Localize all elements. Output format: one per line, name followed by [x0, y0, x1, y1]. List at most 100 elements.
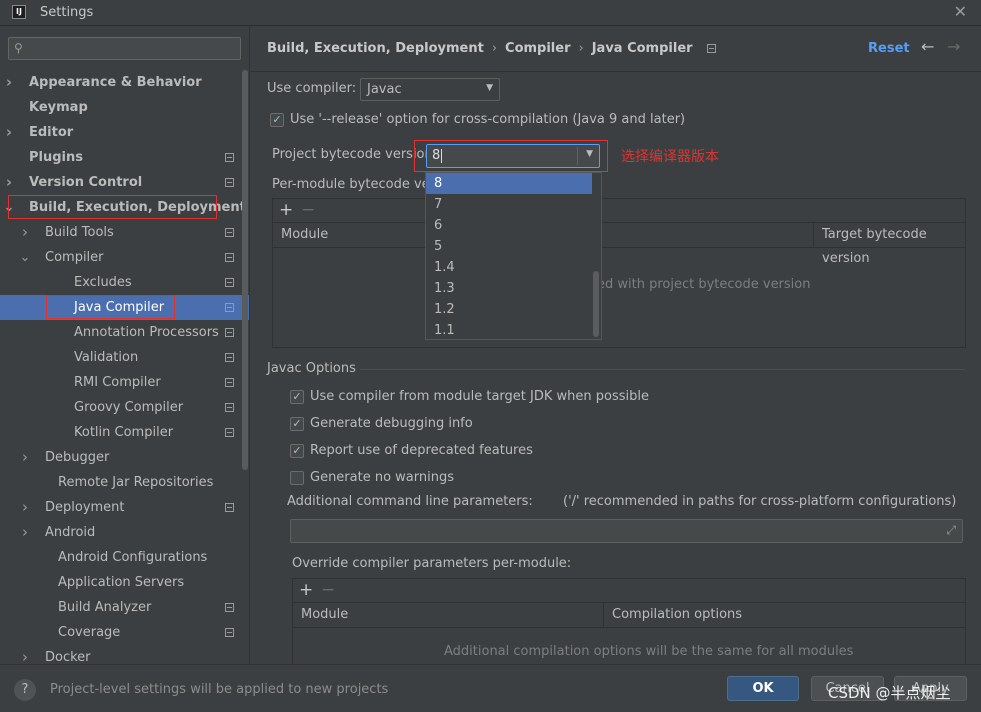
remove-icon[interactable]: − — [301, 200, 315, 220]
remove-icon[interactable]: − — [321, 580, 335, 600]
sidebar-item[interactable]: Application Servers — [0, 570, 249, 595]
project-scope-icon — [225, 403, 234, 412]
sidebar-item-label: Plugins — [29, 150, 83, 165]
search-icon: ⚲ — [14, 41, 23, 55]
chevron-right-icon[interactable]: › — [19, 495, 31, 520]
sidebar-item[interactable]: › Deployment — [0, 495, 249, 520]
javac-option-checkbox[interactable]: ✓ — [290, 417, 304, 431]
sidebar-item[interactable]: Remote Jar Repositories — [0, 470, 249, 495]
sidebar-item[interactable]: RMI Compiler — [0, 370, 249, 395]
add-icon[interactable]: + — [299, 580, 313, 600]
reset-link[interactable]: Reset — [868, 41, 910, 56]
sidebar-item[interactable]: › Editor — [0, 120, 249, 145]
sidebar-item[interactable]: Android Configurations — [0, 545, 249, 570]
sidebar-item[interactable]: Coverage — [0, 620, 249, 645]
sidebar-item[interactable]: › Version Control — [0, 170, 249, 195]
release-option-checkbox[interactable]: ✓ — [270, 113, 284, 127]
chevron-right-icon[interactable]: › — [19, 645, 31, 664]
release-option-label: Use '--release' option for cross-compila… — [290, 112, 686, 127]
dropdown-option[interactable]: 5 — [426, 236, 592, 257]
forward-arrow-icon[interactable]: → — [947, 37, 960, 56]
table-header: Module Compilation options — [293, 603, 965, 628]
sidebar-item[interactable]: Java Compiler — [0, 295, 249, 320]
per-module-label: Per-module bytecode vers — [272, 177, 442, 192]
dropdown-option[interactable]: 1.4 — [426, 257, 592, 278]
close-icon[interactable]: ✕ — [954, 2, 967, 21]
bytecode-version-label: Project bytecode version: — [272, 147, 438, 162]
dropdown-option[interactable]: 1.3 — [426, 278, 592, 299]
sidebar-item[interactable]: Annotation Processors — [0, 320, 249, 345]
javac-option-checkbox[interactable] — [290, 471, 304, 485]
sidebar-item-label: Remote Jar Repositories — [58, 475, 214, 490]
chevron-down-icon[interactable]: ▼ — [586, 149, 593, 159]
settings-search-input[interactable]: ⚲ — [8, 37, 241, 60]
chevron-down-icon[interactable]: ⌄ — [19, 245, 31, 270]
javac-option-checkbox[interactable]: ✓ — [290, 390, 304, 404]
sidebar-item-label: Kotlin Compiler — [74, 425, 174, 440]
additional-params-hint: ('/' recommended in paths for cross-plat… — [563, 494, 957, 509]
breadcrumb-compiler[interactable]: Compiler — [505, 41, 570, 56]
chevron-right-icon[interactable]: › — [3, 70, 15, 95]
project-scope-icon — [225, 353, 234, 362]
additional-params-input[interactable]: ⤢ — [290, 519, 963, 543]
add-icon[interactable]: + — [279, 200, 293, 220]
sidebar-item[interactable]: Keymap — [0, 95, 249, 120]
sidebar-item[interactable]: › Build Tools — [0, 220, 249, 245]
column-compilation-options[interactable]: Compilation options — [604, 603, 964, 628]
use-compiler-select[interactable]: Javac ▼ — [360, 78, 500, 101]
help-button[interactable]: ? — [14, 679, 36, 701]
project-scope-icon — [225, 228, 234, 237]
sidebar-item[interactable]: Validation — [0, 345, 249, 370]
sidebar-item[interactable]: › Android — [0, 520, 249, 545]
dropdown-option[interactable]: 7 — [426, 194, 592, 215]
dropdown-option[interactable]: 8 — [426, 173, 592, 194]
bytecode-version-select[interactable]: 8 ▼ — [426, 144, 600, 168]
per-module-table: + − Module Target bytecode version ed wi… — [272, 198, 966, 348]
project-scope-icon — [225, 603, 234, 612]
project-scope-icon — [225, 378, 234, 387]
breadcrumb-build[interactable]: Build, Execution, Deployment — [267, 41, 484, 56]
javac-option-checkbox[interactable]: ✓ — [290, 444, 304, 458]
chevron-right-icon[interactable]: › — [19, 445, 31, 470]
sidebar-item[interactable]: › Debugger — [0, 445, 249, 470]
back-arrow-icon[interactable]: ← — [921, 37, 934, 56]
javac-option-label: Generate debugging info — [310, 416, 473, 431]
chevron-down-icon[interactable]: ⌄ — [3, 195, 15, 220]
dropdown-scrollbar[interactable] — [593, 271, 599, 337]
sidebar-item-label: Groovy Compiler — [74, 400, 184, 415]
sidebar-item-label: Validation — [74, 350, 139, 365]
ok-button[interactable]: OK — [727, 676, 799, 701]
sidebar-item[interactable]: Plugins — [0, 145, 249, 170]
chevron-right-icon[interactable]: › — [19, 520, 31, 545]
sidebar-item[interactable]: ⌄ Compiler — [0, 245, 249, 270]
sidebar-item[interactable]: Excludes — [0, 270, 249, 295]
chevron-right-icon[interactable]: › — [19, 220, 31, 245]
expand-icon[interactable]: ⤢ — [946, 523, 956, 538]
sidebar-item-label: Debugger — [45, 450, 110, 465]
settings-tree: › Appearance & Behavior Keymap › Editor Plugi… — [0, 70, 249, 664]
dropdown-option[interactable]: 1.1 — [426, 320, 592, 341]
sidebar-item[interactable]: Groovy Compiler — [0, 395, 249, 420]
sidebar-item-label: RMI Compiler — [74, 375, 161, 390]
project-scope-icon — [225, 253, 234, 262]
table-header: Module Target bytecode version — [273, 223, 966, 266]
combo-divider — [577, 147, 578, 165]
chevron-right-icon[interactable]: › — [3, 170, 15, 195]
sidebar-item[interactable]: › Appearance & Behavior — [0, 70, 249, 95]
sidebar-item[interactable]: › Docker — [0, 645, 249, 664]
column-module[interactable]: Module — [293, 603, 604, 628]
dropdown-option[interactable]: 1.2 — [426, 299, 592, 320]
project-scope-icon — [225, 628, 234, 637]
sidebar-item-label: Java Compiler — [74, 300, 165, 315]
column-target-version[interactable]: Target bytecode version — [814, 223, 966, 266]
sidebar-scrollbar[interactable] — [242, 70, 248, 470]
chevron-right-icon[interactable]: › — [3, 120, 15, 145]
sidebar-item[interactable]: ⌄ Build, Execution, Deployment — [0, 195, 249, 220]
breadcrumb: Build, Execution, Deployment › Compiler › Ja… — [267, 41, 717, 56]
sidebar-item[interactable]: Build Analyzer — [0, 595, 249, 620]
title-bar: IJ Settings ✕ — [0, 0, 981, 26]
use-compiler-label: Use compiler: — [267, 81, 357, 96]
sidebar-item[interactable]: Kotlin Compiler — [0, 420, 249, 445]
dropdown-option[interactable]: 6 — [426, 215, 592, 236]
project-scope-icon — [225, 278, 234, 287]
